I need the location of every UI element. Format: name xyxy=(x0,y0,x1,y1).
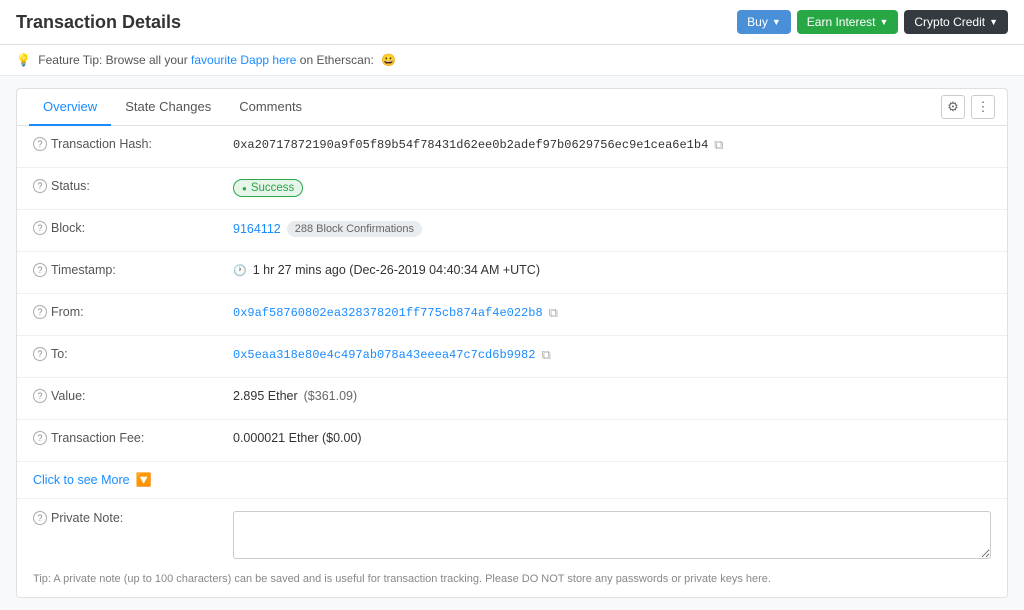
usd-value: ($361.09) xyxy=(304,389,358,403)
tx-hash-label: ? Transaction Hash: xyxy=(33,137,233,151)
from-help-icon[interactable]: ? xyxy=(33,305,47,319)
block-row: ? Block: 9164112 288 Block Confirmations xyxy=(17,210,1007,252)
timestamp-help-icon[interactable]: ? xyxy=(33,263,47,277)
bulb-icon: 💡 xyxy=(16,53,31,67)
crypto-credit-button[interactable]: Crypto Credit ▼ xyxy=(904,10,1008,34)
from-value: 0x9af58760802ea328378201ff775cb874af4e02… xyxy=(233,305,991,321)
main-card: Overview State Changes Comments ⚙ ⋮ ? Tr… xyxy=(16,88,1008,598)
block-label: ? Block: xyxy=(33,221,233,235)
fee-row: ? Transaction Fee: 0.000021 Ether ($0.00… xyxy=(17,420,1007,462)
fee-help-icon[interactable]: ? xyxy=(33,431,47,445)
confirmations-badge: 288 Block Confirmations xyxy=(287,221,422,237)
fee-value: 0.000021 Ether ($0.00) xyxy=(233,431,991,445)
earn-interest-button[interactable]: Earn Interest ▼ xyxy=(797,10,899,34)
earn-arrow-icon: ▼ xyxy=(879,17,888,27)
tx-hash-text: 0xa20717872190a9f05f89b54f78431d62ee0b2a… xyxy=(233,138,708,152)
tx-hash-copy-icon[interactable]: ⧉ xyxy=(714,137,723,153)
top-bar: Transaction Details Buy ▼ Earn Interest … xyxy=(0,0,1024,45)
to-copy-icon[interactable]: ⧉ xyxy=(541,347,550,363)
tx-hash-row: ? Transaction Hash: 0xa20717872190a9f05f… xyxy=(17,126,1007,168)
clock-icon: 🕐 xyxy=(233,264,247,277)
tab-state-changes[interactable]: State Changes xyxy=(111,89,225,126)
settings-icon-button[interactable]: ⚙ xyxy=(941,95,965,119)
crypto-arrow-icon: ▼ xyxy=(989,17,998,27)
buy-button[interactable]: Buy ▼ xyxy=(737,10,791,34)
to-label: ? To: xyxy=(33,347,233,361)
block-value: 9164112 288 Block Confirmations xyxy=(233,221,991,237)
to-row: ? To: 0x5eaa318e80e4c497ab078a43eeea47c7… xyxy=(17,336,1007,378)
value-row: ? Value: 2.895 Ether ($361.09) xyxy=(17,378,1007,420)
block-number-link[interactable]: 9164112 xyxy=(233,222,281,236)
ether-value: 2.895 Ether xyxy=(233,389,298,403)
click-more-arrow-icon: 🔽 xyxy=(136,472,152,488)
to-address-link[interactable]: 0x5eaa318e80e4c497ab078a43eeea47c7cd6b99… xyxy=(233,348,535,362)
timestamp-row: ? Timestamp: 🕐 1 hr 27 mins ago (Dec-26-… xyxy=(17,252,1007,294)
timestamp-label: ? Timestamp: xyxy=(33,263,233,277)
tx-hash-value: 0xa20717872190a9f05f89b54f78431d62ee0b2a… xyxy=(233,137,991,153)
tab-overview[interactable]: Overview xyxy=(29,89,111,126)
block-help-icon[interactable]: ? xyxy=(33,221,47,235)
value-display: 2.895 Ether ($361.09) xyxy=(233,389,991,403)
status-label: ? Status: xyxy=(33,179,233,193)
to-value: 0x5eaa318e80e4c497ab078a43eeea47c7cd6b99… xyxy=(233,347,991,363)
value-help-icon[interactable]: ? xyxy=(33,389,47,403)
value-label: ? Value: xyxy=(33,389,233,403)
status-value: Success xyxy=(233,179,991,197)
from-row: ? From: 0x9af58760802ea328378201ff775cb8… xyxy=(17,294,1007,336)
private-note-tip: Tip: A private note (up to 100 character… xyxy=(33,573,991,585)
click-more-row[interactable]: Click to see More 🔽 xyxy=(17,462,1007,499)
private-note-input-wrapper xyxy=(233,511,991,559)
private-note-section: ? Private Note: Tip: A private note (up … xyxy=(17,499,1007,597)
more-options-icon-button[interactable]: ⋮ xyxy=(971,95,995,119)
private-note-row: ? Private Note: xyxy=(33,511,991,567)
tab-icons: ⚙ ⋮ xyxy=(941,95,995,119)
private-note-help-icon[interactable]: ? xyxy=(33,511,47,525)
tab-list: Overview State Changes Comments xyxy=(29,89,316,125)
emoji-icon: 😀 xyxy=(381,53,396,67)
private-note-input[interactable] xyxy=(233,511,991,559)
feature-tip-bar: 💡 Feature Tip: Browse all your favourite… xyxy=(0,45,1024,76)
fee-label: ? Transaction Fee: xyxy=(33,431,233,445)
status-row: ? Status: Success xyxy=(17,168,1007,210)
status-badge: Success xyxy=(233,179,303,197)
from-address-link[interactable]: 0x9af58760802ea328378201ff775cb874af4e02… xyxy=(233,306,543,320)
from-copy-icon[interactable]: ⧉ xyxy=(549,305,558,321)
tabs-bar: Overview State Changes Comments ⚙ ⋮ xyxy=(17,89,1007,126)
timestamp-value: 🕐 1 hr 27 mins ago (Dec-26-2019 04:40:34… xyxy=(233,263,991,277)
dapp-link[interactable]: favourite Dapp here xyxy=(191,53,296,67)
from-label: ? From: xyxy=(33,305,233,319)
buy-arrow-icon: ▼ xyxy=(772,17,781,27)
tx-hash-help-icon[interactable]: ? xyxy=(33,137,47,151)
top-buttons: Buy ▼ Earn Interest ▼ Crypto Credit ▼ xyxy=(737,10,1008,34)
private-note-label: ? Private Note: xyxy=(33,511,233,525)
status-help-icon[interactable]: ? xyxy=(33,179,47,193)
to-help-icon[interactable]: ? xyxy=(33,347,47,361)
page-title: Transaction Details xyxy=(16,12,181,33)
tab-comments[interactable]: Comments xyxy=(225,89,316,126)
